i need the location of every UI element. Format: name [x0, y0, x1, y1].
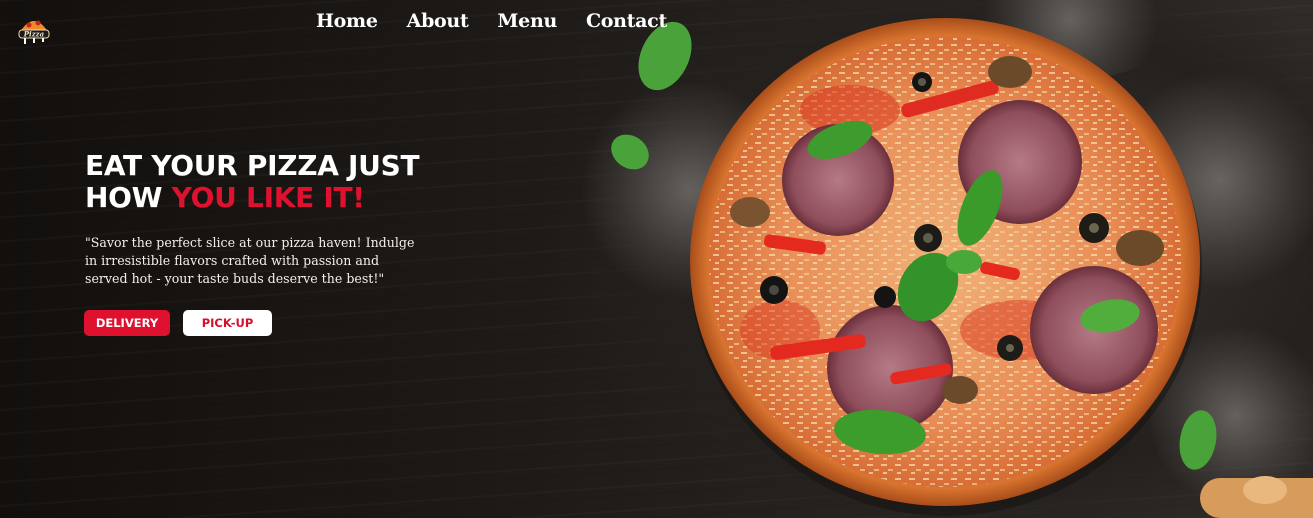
hero-headline: EAT YOUR PIZZA JUST HOW YOU LIKE IT!	[85, 149, 420, 214]
headline-line2-prefix: HOW	[85, 181, 172, 214]
headline-line1: EAT YOUR PIZZA JUST	[85, 149, 420, 182]
main-nav: Home About Menu Contact	[316, 10, 667, 32]
nav-contact[interactable]: Contact	[586, 10, 667, 32]
delivery-button[interactable]: DELIVERY	[84, 310, 170, 336]
hero-tagline: "Savor the perfect slice at our pizza ha…	[85, 235, 415, 286]
pizza-image	[611, 18, 1313, 518]
headline-accent: YOU LIKE IT!	[171, 181, 365, 214]
pizza-logo-icon[interactable]: Pizza	[14, 8, 54, 48]
pickup-button[interactable]: PICK-UP	[183, 310, 272, 336]
nav-about[interactable]: About	[407, 10, 469, 32]
logo-text: Pizza	[23, 30, 45, 39]
nav-menu[interactable]: Menu	[497, 10, 557, 32]
nav-home[interactable]: Home	[316, 10, 378, 32]
